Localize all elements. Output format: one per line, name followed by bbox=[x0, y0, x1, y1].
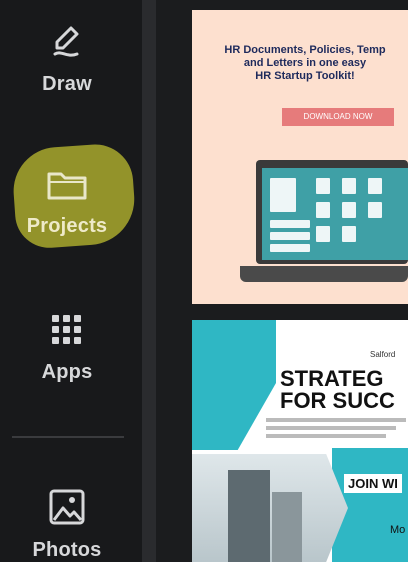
headline-line: HR Documents, Policies, Temp bbox=[224, 44, 386, 56]
folder-icon bbox=[45, 168, 89, 207]
document-icon bbox=[342, 202, 356, 218]
document-row bbox=[270, 232, 310, 240]
document-icon bbox=[270, 178, 296, 212]
building-photo bbox=[272, 492, 302, 562]
template-title: STRATEG FOR SUCC bbox=[280, 368, 408, 412]
join-heading: JOIN WI bbox=[344, 474, 402, 493]
building-photo bbox=[192, 454, 348, 562]
document-icon bbox=[368, 178, 382, 194]
title-line: FOR SUCC bbox=[280, 388, 395, 413]
sidebar-item-draw[interactable]: Draw bbox=[0, 24, 134, 96]
download-now-button: DOWNLOAD NOW bbox=[282, 108, 394, 126]
headline-line: HR Startup Toolkit! bbox=[255, 70, 355, 82]
sidebar-divider bbox=[12, 436, 124, 438]
title-line: STRATEG bbox=[280, 366, 384, 391]
document-icon bbox=[342, 226, 356, 242]
document-row bbox=[270, 220, 310, 228]
body-text-placeholder bbox=[266, 418, 408, 438]
sidebar-item-projects[interactable]: Projects bbox=[0, 168, 134, 238]
building-photo bbox=[228, 470, 270, 562]
template-subtext: Mo bbox=[390, 524, 406, 536]
photos-icon bbox=[48, 488, 86, 531]
template-card-hr-toolkit[interactable]: HR Documents, Policies, Temp and Letters… bbox=[192, 10, 408, 304]
laptop-base bbox=[240, 266, 408, 282]
document-icon bbox=[342, 178, 356, 194]
apps-grid-icon bbox=[49, 312, 85, 353]
sidebar-resize-divider[interactable] bbox=[142, 0, 156, 562]
sidebar-item-label: Projects bbox=[26, 215, 108, 237]
document-icon bbox=[368, 202, 382, 218]
sidebar-item-label: Photos bbox=[32, 539, 102, 561]
document-icon bbox=[316, 178, 330, 194]
sidebar: Draw Projects Apps Photos bbox=[0, 0, 142, 562]
document-icon bbox=[316, 226, 330, 242]
sidebar-item-photos[interactable]: Photos bbox=[0, 488, 134, 562]
sidebar-item-label: Apps bbox=[41, 361, 93, 383]
document-row bbox=[270, 244, 310, 252]
template-headline: HR Documents, Policies, Temp and Letters… bbox=[202, 44, 408, 83]
headline-line: and Letters in one easy bbox=[243, 57, 367, 69]
document-icon bbox=[316, 202, 330, 218]
template-card-strategies[interactable]: Salford STRATEG FOR SUCC JOIN WI Mo bbox=[192, 320, 408, 562]
sidebar-item-label: Draw bbox=[42, 73, 92, 95]
sidebar-item-apps[interactable]: Apps bbox=[0, 312, 134, 384]
draw-icon bbox=[47, 24, 87, 65]
company-name: Salford bbox=[370, 350, 396, 359]
